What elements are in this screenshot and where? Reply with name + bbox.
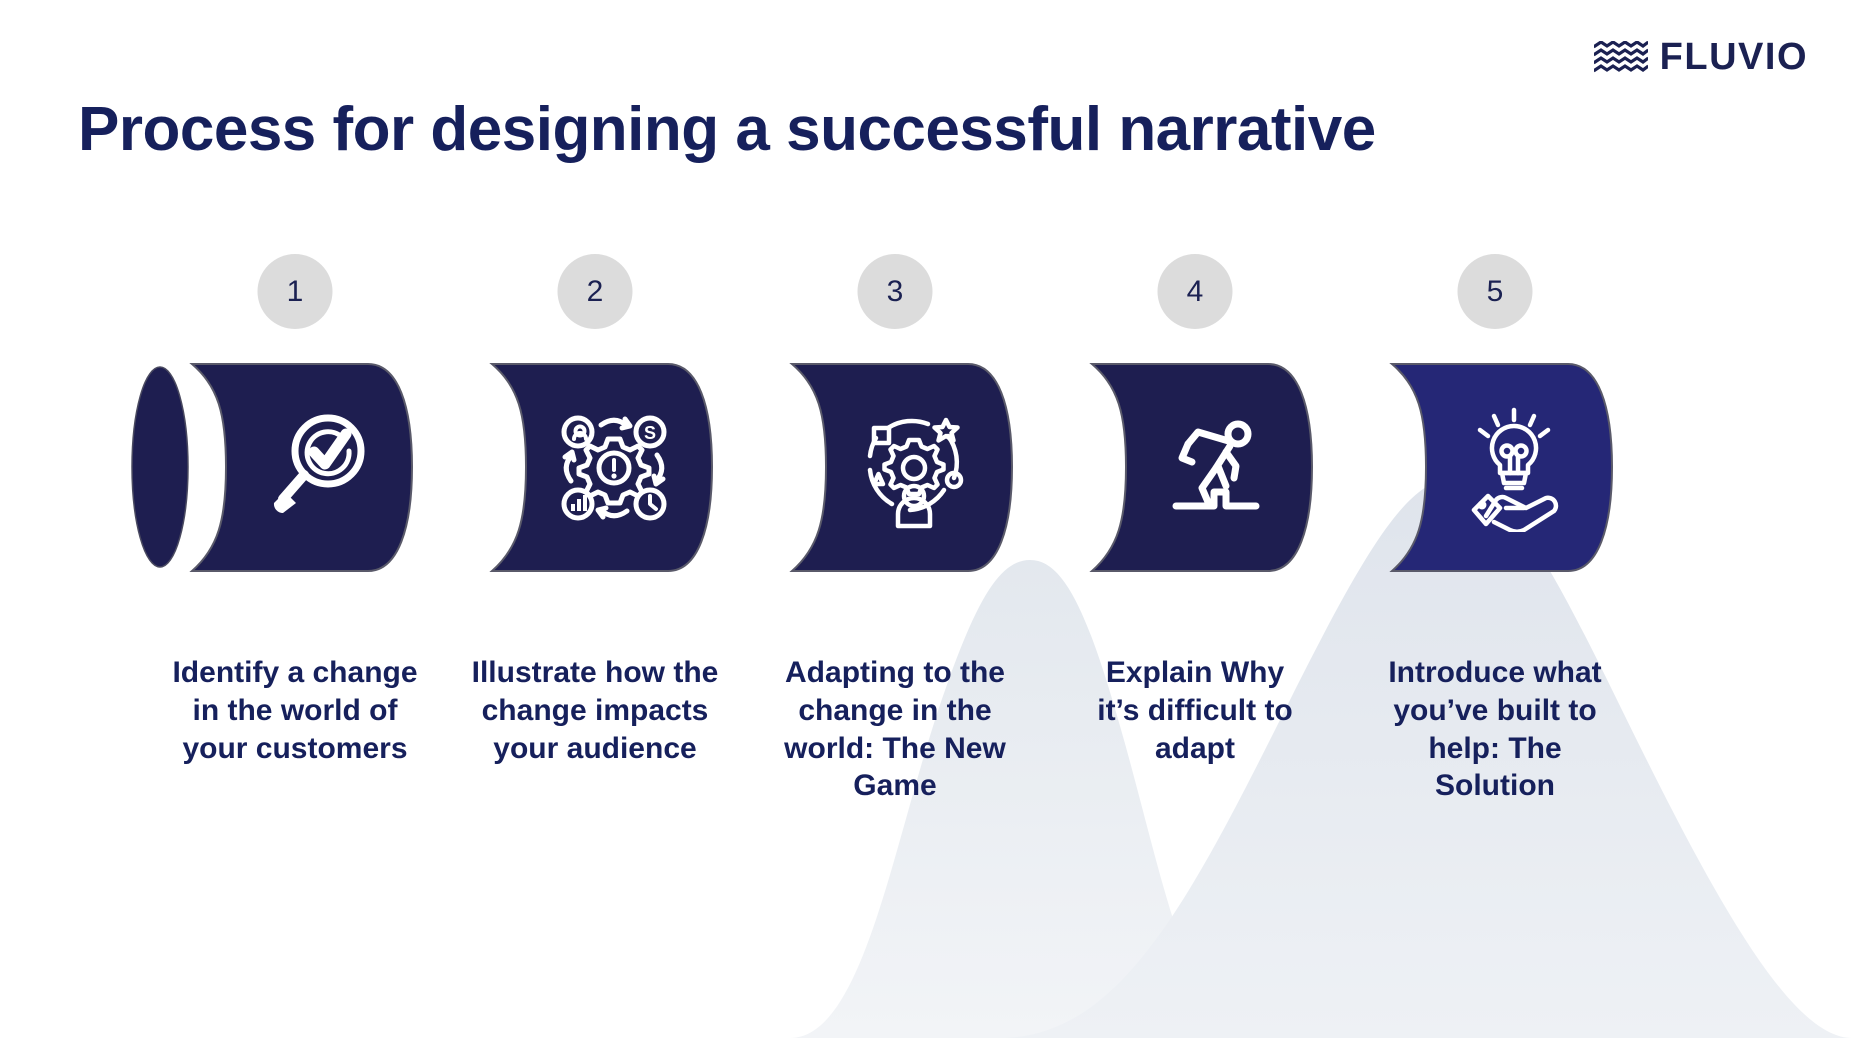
brand-name: FLUVIO [1659,36,1808,78]
step-number-badge: 5 [1457,254,1533,329]
page-title: Process for designing a successful narra… [78,95,1376,164]
slide-canvas: FLUVIO Process for designing a successfu… [0,0,1852,1038]
step-number-badge: 3 [857,254,933,329]
step-ribbon[interactable] [430,360,760,575]
step-caption: Identify a change in the world of your c… [172,656,418,765]
step-caption: Explain Why it’s difficult to adapt [1097,656,1293,765]
ribbon-shape [1389,363,1614,572]
ribbon-shape [1089,363,1314,572]
step-ribbon[interactable] [1030,360,1360,575]
step-number-badge: 4 [1157,254,1233,329]
step-caption: Adapting to the change in the world: The… [784,656,1006,803]
step-number-badge: 2 [557,254,633,329]
step-ribbon[interactable] [730,360,1060,575]
process-step-5[interactable]: 5 Introduce what you’ve built to help: T… [1330,0,1660,1038]
step-ribbon[interactable] [1330,360,1660,575]
step-caption: Illustrate how the change impacts your a… [471,656,719,765]
brand-logo: FLUVIO [1593,36,1808,78]
waves-icon [1593,41,1648,73]
ribbon-shape [489,363,714,572]
ribbon-end-cap [131,366,189,568]
step-number-badge: 1 [257,254,333,329]
step-caption: Introduce what you’ve built to help: The… [1388,656,1602,803]
ribbon-shape [789,363,1014,572]
